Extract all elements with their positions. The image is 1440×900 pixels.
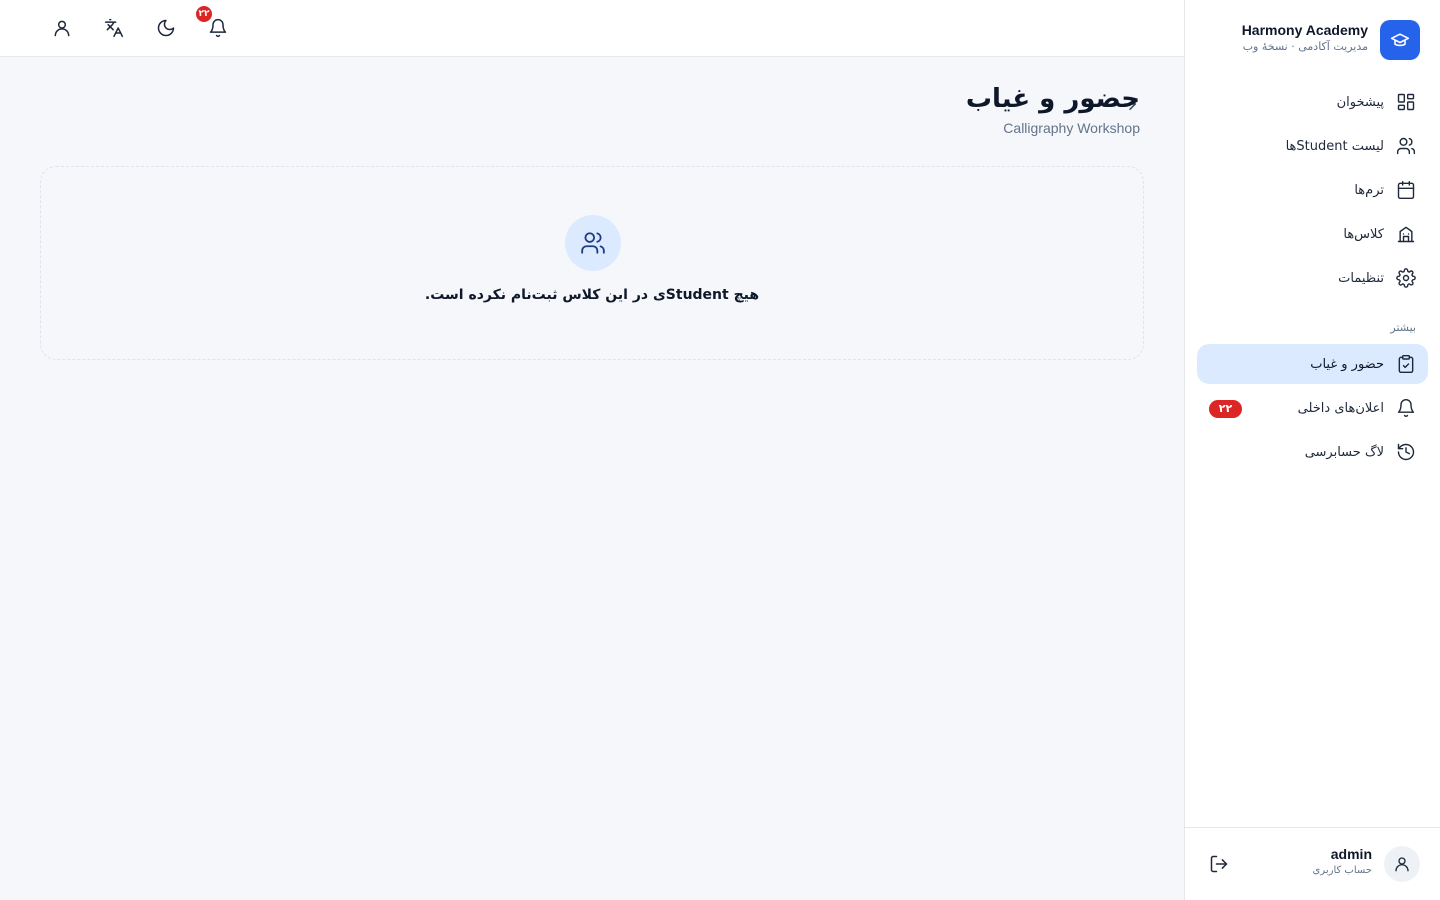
user-name: admin [1330,846,1372,862]
user-info: admin حساب کاربری [1312,845,1372,879]
brand-subtitle: مدیریت آکادمی · نسخهٔ وب [1242,40,1368,53]
page-subtitle: Calligraphy Workshop [1003,120,1140,136]
brand-title: Harmony Academy [1241,22,1368,38]
language-button[interactable] [98,12,130,44]
sidebar-item-students[interactable]: لیست Studentها [1197,126,1428,166]
bell-icon [1397,399,1415,418]
brand-logo [1380,20,1420,60]
profile-button[interactable] [46,12,78,44]
sidebar: Harmony Academy مدیریت آکادمی · نسخهٔ وب… [1184,0,1440,900]
sidebar-section-title: بیشتر [1390,321,1416,334]
sidebar-item-dashboard[interactable]: پیشخوان [1197,82,1428,122]
users-icon [1396,137,1416,155]
notification-count-badge: ۲۲ [194,4,214,24]
sidebar-item-attendance[interactable]: حضور و غیاب [1197,344,1428,384]
page-title: حضور و غیاب [965,84,1140,114]
users-icon [581,232,605,254]
empty-state-card: هیچ Studentی در این کلاس ثبت‌نام نکرده ا… [40,166,1144,360]
sidebar-item-audit-log[interactable]: لاگ حسابرسی [1197,432,1428,472]
sidebar-item-label: کلاس‌ها [1343,226,1384,242]
sidebar-item-label: حضور و غیاب [1310,356,1384,372]
brand-text: Harmony Academy مدیریت آکادمی · نسخهٔ وب [1242,21,1368,55]
graduation-cap-icon [1390,33,1410,47]
user-icon [1395,857,1409,872]
sidebar-item-label: لیست Studentها [1285,138,1384,154]
logout-button[interactable] [1205,850,1233,878]
sidebar-item-classes[interactable]: کلاس‌ها [1197,214,1428,254]
sidebar-item-label: لاگ حسابرسی [1304,444,1384,460]
app-root: ۲۲ حضور و غیاب Calligraphy Workshop هیچ … [0,0,1440,900]
sidebar-item-notifications[interactable]: ۲۲ اعلان‌های داخلی [1197,388,1428,428]
building-icon [1397,226,1415,243]
user-role: حساب کاربری [1312,865,1372,876]
history-icon [1397,443,1415,461]
empty-state-message: هیچ Studentی در این کلاس ثبت‌نام نکرده ا… [424,287,760,303]
sidebar-item-label: اعلان‌های داخلی [1297,400,1384,416]
theme-toggle-button[interactable] [150,12,182,44]
empty-state-icon-wrap [565,215,621,271]
moon-icon [157,19,175,37]
sidebar-footer: admin حساب کاربری [1185,827,1440,900]
page-header: حضور و غیاب Calligraphy Workshop [966,82,1140,136]
avatar[interactable] [1384,846,1420,882]
calendar-icon [1397,180,1415,200]
topbar: ۲۲ [0,0,1184,57]
notifications-count-badge: ۲۲ [1209,400,1242,418]
sidebar-item-terms[interactable]: ترم‌ها [1197,170,1428,210]
sidebar-nav: پیشخوان لیست Studentها ترم‌ها کلاس‌ها تن… [1197,82,1428,476]
user-icon [54,20,70,37]
logout-icon [1210,855,1228,873]
sidebar-item-label: ترم‌ها [1354,182,1384,198]
gear-icon [1396,268,1416,288]
sidebar-item-label: پیشخوان [1336,94,1384,110]
brand[interactable]: Harmony Academy مدیریت آکادمی · نسخهٔ وب [1201,20,1420,60]
sidebar-item-label: تنظیمات [1338,270,1384,286]
translate-icon [104,18,124,38]
dashboard-icon [1397,93,1415,111]
notifications-button[interactable]: ۲۲ [194,4,234,44]
sidebar-item-settings[interactable]: تنظیمات [1197,258,1428,298]
clipboard-check-icon [1398,354,1414,374]
